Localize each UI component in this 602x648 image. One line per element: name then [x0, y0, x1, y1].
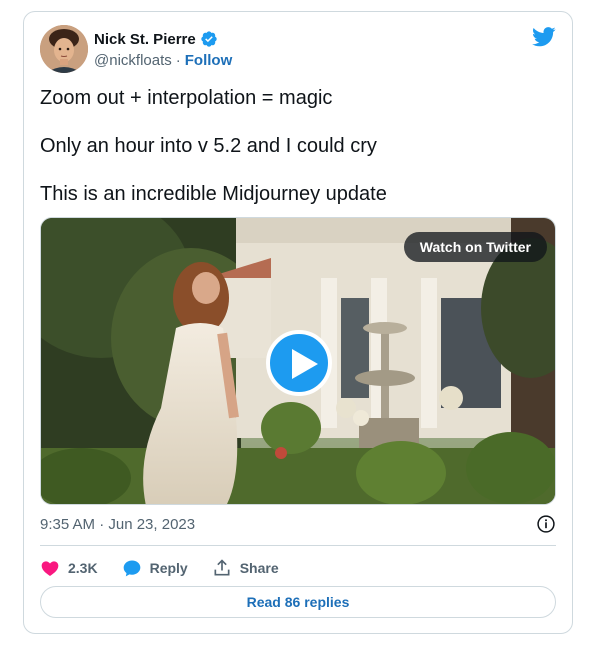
author-display-name[interactable]: Nick St. Pierre	[94, 31, 196, 48]
tweet-line: Zoom out + interpolation = magic	[40, 87, 333, 109]
play-button[interactable]	[266, 330, 332, 396]
like-count: 2.3K	[68, 560, 98, 576]
follow-button[interactable]: Follow	[185, 52, 233, 69]
read-replies-button[interactable]: Read 86 replies	[40, 586, 556, 618]
avatar-image	[40, 25, 88, 73]
avatar[interactable]	[40, 25, 88, 73]
handle-separator: ·	[175, 52, 181, 69]
twitter-bird-icon[interactable]	[532, 26, 556, 48]
heart-icon	[41, 561, 59, 576]
tweet-text: Zoom out + interpolation = magic Only an…	[40, 86, 560, 230]
video-media[interactable]: Watch on Twitter	[40, 217, 556, 505]
tweet-actions: 2.3K Reply Share	[40, 555, 303, 581]
share-button[interactable]: Share	[212, 558, 279, 578]
reply-button[interactable]: Reply	[122, 558, 188, 578]
share-icon	[214, 559, 230, 576]
tweet-timestamp[interactable]: 9:35 AM · Jun 23, 2023	[40, 516, 195, 533]
divider	[40, 545, 556, 546]
info-icon[interactable]	[536, 514, 556, 534]
verified-badge-icon	[200, 30, 218, 48]
share-label: Share	[239, 560, 279, 576]
author-name-row: Nick St. Pierre	[94, 30, 218, 48]
author-handle[interactable]: @nickfloats	[94, 52, 172, 69]
reply-label: Reply	[149, 560, 188, 576]
tweet-card: Nick St. Pierre @nickfloats · Follow Zoo…	[23, 11, 573, 634]
reply-icon	[123, 560, 140, 577]
tweet-line: This is an incredible Midjourney update	[40, 183, 387, 205]
play-icon	[292, 349, 318, 379]
author-handle-row: @nickfloats · Follow	[94, 52, 232, 69]
tweet-line: Only an hour into v 5.2 and I could cry	[40, 135, 377, 157]
watch-on-twitter-button[interactable]: Watch on Twitter	[403, 232, 547, 262]
like-button[interactable]: 2.3K	[40, 558, 98, 578]
